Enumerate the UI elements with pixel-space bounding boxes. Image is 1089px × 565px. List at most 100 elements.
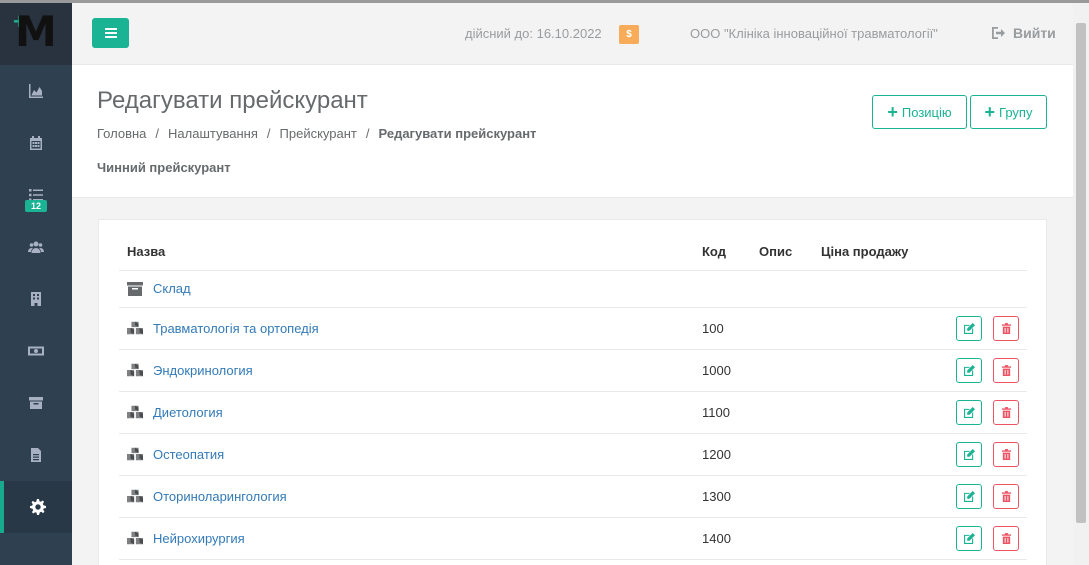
group-code: 1100: [694, 391, 751, 434]
folder-link-sklad[interactable]: Склад: [153, 281, 191, 296]
menu-toggle-button[interactable]: [92, 18, 129, 48]
col-header-actions: [933, 234, 1027, 271]
plus-icon: +: [984, 102, 996, 122]
delete-button[interactable]: [993, 357, 1019, 383]
sidebar-item-list[interactable]: 12: [0, 169, 72, 221]
add-position-label: Позицію: [901, 104, 952, 120]
billing-badge[interactable]: $: [619, 25, 639, 44]
edit-button[interactable]: [956, 399, 982, 425]
breadcrumb-home[interactable]: Головна: [97, 126, 146, 141]
cubes-icon: [127, 363, 143, 377]
top-navbar: дійсний до: 16.10.2022 $ ООО "Клініка ін…: [72, 0, 1073, 65]
logout-button[interactable]: Вийти: [992, 25, 1056, 41]
plus-icon: +: [887, 102, 898, 122]
group-code: 1300: [694, 475, 751, 518]
list-count-badge: 12: [25, 200, 48, 212]
delete-button[interactable]: [993, 525, 1019, 551]
delete-button[interactable]: [993, 399, 1019, 425]
add-position-button[interactable]: + Позицію: [872, 95, 967, 129]
edit-button[interactable]: [956, 483, 982, 509]
group-link[interactable]: Травматологія та ортопедія: [153, 321, 319, 336]
breadcrumb-separator: /: [365, 126, 370, 141]
group-link[interactable]: Нейрохирургия: [153, 531, 245, 546]
edit-icon: [963, 490, 975, 502]
sidebar-item-building[interactable]: [0, 273, 72, 325]
group-description: [751, 307, 813, 350]
calendar-icon: [30, 136, 42, 150]
table-row: Нейрохирургия 1400: [119, 517, 1027, 560]
group-link[interactable]: Оториноларингология: [153, 489, 287, 504]
pricelist-table: Назва Код Опис Ціна продажу Склад Травма…: [119, 234, 1027, 560]
table-row: Диетология 1100: [119, 391, 1027, 434]
scrollbar-thumb[interactable]: [1076, 23, 1086, 523]
delete-button[interactable]: [993, 441, 1019, 467]
edit-button[interactable]: [956, 315, 982, 341]
edit-button[interactable]: [956, 441, 982, 467]
group-code: 1000: [694, 349, 751, 392]
breadcrumb-pricelist[interactable]: Прейскурант: [280, 126, 357, 141]
archive-icon: [127, 281, 143, 296]
gear-icon: [30, 499, 46, 515]
money-icon: [28, 346, 44, 356]
group-description: [751, 517, 813, 560]
group-description: [751, 475, 813, 518]
sidebar-item-dashboard[interactable]: [0, 65, 72, 117]
group-link[interactable]: Эндокринология: [153, 363, 253, 378]
sidebar-item-users[interactable]: [0, 221, 72, 273]
archive-icon: [29, 397, 43, 409]
edit-icon: [963, 322, 975, 334]
chart-icon: [29, 84, 43, 98]
cubes-icon: [127, 447, 143, 461]
breadcrumb-settings[interactable]: Налаштування: [168, 126, 258, 141]
trash-icon: [1001, 448, 1011, 460]
group-price: [813, 517, 933, 560]
table-header-row: Назва Код Опис Ціна продажу: [119, 234, 1027, 271]
group-code: 1200: [694, 433, 751, 476]
group-price: [813, 433, 933, 476]
sidebar-item-documents[interactable]: [0, 429, 72, 481]
group-price: [813, 391, 933, 434]
breadcrumb-separator: /: [155, 126, 160, 141]
cubes-icon: [127, 531, 143, 545]
sidebar-item-settings[interactable]: [0, 481, 72, 533]
group-description: [751, 433, 813, 476]
trash-icon: [1001, 322, 1011, 334]
logo-letter: M: [15, 7, 57, 56]
sidebar-item-archive[interactable]: [0, 377, 72, 429]
folder-row: Склад: [119, 270, 1027, 308]
trash-icon: [1001, 490, 1011, 502]
organization-name: ООО "Клініка інноваційної травматології": [690, 26, 938, 41]
group-price: [813, 475, 933, 518]
group-description: [751, 391, 813, 434]
group-link[interactable]: Диетология: [153, 405, 223, 420]
pricelist-card: Назва Код Опис Ціна продажу Склад Травма…: [98, 219, 1047, 565]
sign-out-icon: [992, 27, 1005, 39]
delete-button[interactable]: [993, 315, 1019, 341]
logo[interactable]: + M: [0, 3, 72, 65]
sidebar-item-calendar[interactable]: [0, 117, 72, 169]
trash-icon: [1001, 364, 1011, 376]
col-header-price: Ціна продажу: [813, 234, 933, 271]
logo-mark: + M: [11, 7, 61, 57]
edit-button[interactable]: [956, 357, 982, 383]
table-row: Травматологія та ортопедія 100: [119, 307, 1027, 350]
group-link[interactable]: Остеопатия: [153, 447, 224, 462]
table-row: Остеопатия 1200: [119, 433, 1027, 476]
edit-icon: [963, 406, 975, 418]
group-description: [751, 349, 813, 392]
edit-icon: [963, 532, 975, 544]
sidebar-item-finance[interactable]: [0, 325, 72, 377]
page-scrollbar[interactable]: [1073, 0, 1089, 565]
delete-button[interactable]: [993, 483, 1019, 509]
file-icon: [31, 448, 41, 462]
breadcrumb-current: Редагувати прейскурант: [378, 126, 537, 141]
sidebar: + M 12: [0, 0, 72, 565]
table-row: Оториноларингология 1300: [119, 475, 1027, 518]
table-row: Эндокринология 1000: [119, 349, 1027, 392]
edit-button[interactable]: [956, 525, 982, 551]
add-group-button[interactable]: + Групу: [970, 95, 1047, 129]
building-icon: [31, 292, 41, 306]
col-header-code: Код: [694, 234, 751, 271]
cubes-icon: [127, 489, 143, 503]
hamburger-icon: [104, 28, 117, 38]
